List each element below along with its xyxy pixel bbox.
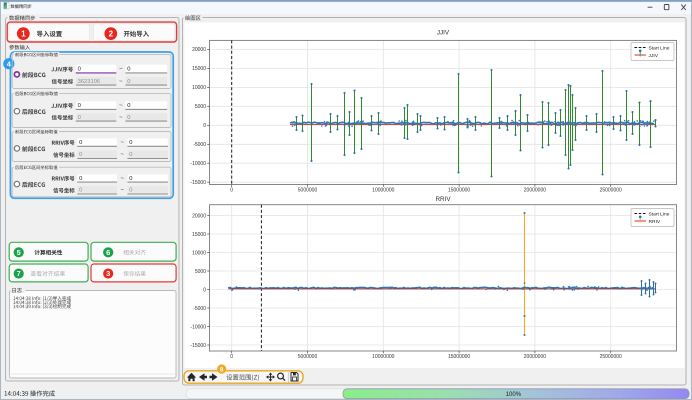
svg-text:6: 6 xyxy=(106,248,110,257)
svg-text:10000: 10000 xyxy=(192,85,206,91)
svg-text:~: ~ xyxy=(119,102,123,109)
svg-text:0: 0 xyxy=(230,354,233,360)
svg-text:Start Line: Start Line xyxy=(649,45,670,51)
svg-text:5000000: 5000000 xyxy=(298,188,318,194)
svg-text:0: 0 xyxy=(79,152,82,158)
svg-text:15000: 15000 xyxy=(192,232,206,238)
svg-text:0: 0 xyxy=(78,67,81,73)
svg-text:~: ~ xyxy=(120,139,124,146)
svg-text:0: 0 xyxy=(129,176,132,182)
svg-text:5000: 5000 xyxy=(195,104,206,110)
svg-text:-10000: -10000 xyxy=(190,161,206,167)
svg-text:7: 7 xyxy=(17,269,21,278)
svg-text:~: ~ xyxy=(119,78,123,85)
svg-text:0: 0 xyxy=(127,67,130,73)
svg-text:RRIV: RRIV xyxy=(649,219,661,225)
svg-text:JJIV: JJIV xyxy=(437,30,450,37)
svg-text:0: 0 xyxy=(78,115,81,121)
svg-text:5: 5 xyxy=(17,248,21,257)
svg-text:0: 0 xyxy=(203,287,206,293)
svg-text:0: 0 xyxy=(127,79,130,85)
svg-text:0: 0 xyxy=(129,152,132,158)
svg-text:-5000: -5000 xyxy=(193,306,206,312)
svg-text:0: 0 xyxy=(129,140,132,146)
svg-text:10000000: 10000000 xyxy=(372,354,394,360)
svg-text:0: 0 xyxy=(79,140,82,146)
svg-text:0: 0 xyxy=(79,176,82,182)
svg-text:~: ~ xyxy=(119,114,123,121)
svg-text:~: ~ xyxy=(119,66,123,73)
svg-text:-10000: -10000 xyxy=(190,324,206,330)
svg-text:0: 0 xyxy=(127,103,130,109)
svg-text:-15000: -15000 xyxy=(190,343,206,349)
svg-text:~: ~ xyxy=(120,187,124,194)
svg-text:20000: 20000 xyxy=(192,47,206,53)
svg-text:8: 8 xyxy=(220,367,224,374)
svg-text:5000: 5000 xyxy=(195,269,206,275)
svg-text:-15000: -15000 xyxy=(190,180,206,186)
svg-text:20000000: 20000000 xyxy=(524,354,546,360)
svg-text:15000000: 15000000 xyxy=(448,354,470,360)
svg-text:~: ~ xyxy=(120,175,124,182)
svg-text:10000: 10000 xyxy=(192,250,206,256)
svg-text:~: ~ xyxy=(120,151,124,158)
svg-text:3623106: 3623106 xyxy=(78,79,101,85)
svg-text:25000000: 25000000 xyxy=(600,354,622,360)
svg-text:0: 0 xyxy=(79,188,82,194)
svg-text:2: 2 xyxy=(109,30,114,39)
svg-text:100%: 100% xyxy=(506,392,522,398)
svg-text:0: 0 xyxy=(203,123,206,129)
svg-text:0: 0 xyxy=(127,115,130,121)
svg-text:20000000: 20000000 xyxy=(524,188,546,194)
svg-text:10000000: 10000000 xyxy=(372,188,394,194)
svg-text:1: 1 xyxy=(21,30,26,39)
svg-text:0: 0 xyxy=(78,103,81,109)
svg-text:3: 3 xyxy=(106,269,110,278)
svg-text:RRIV: RRIV xyxy=(435,196,451,203)
svg-text:JJIV: JJIV xyxy=(649,53,659,59)
svg-text:-5000: -5000 xyxy=(193,142,206,148)
svg-text:0: 0 xyxy=(230,188,233,194)
svg-text:15000000: 15000000 xyxy=(448,188,470,194)
svg-text:Start Line: Start Line xyxy=(649,211,670,217)
svg-text:15000: 15000 xyxy=(192,66,206,72)
svg-text:20000: 20000 xyxy=(192,213,206,219)
svg-text:5000000: 5000000 xyxy=(298,354,318,360)
svg-text:25000000: 25000000 xyxy=(600,188,622,194)
svg-text:0: 0 xyxy=(129,188,132,194)
